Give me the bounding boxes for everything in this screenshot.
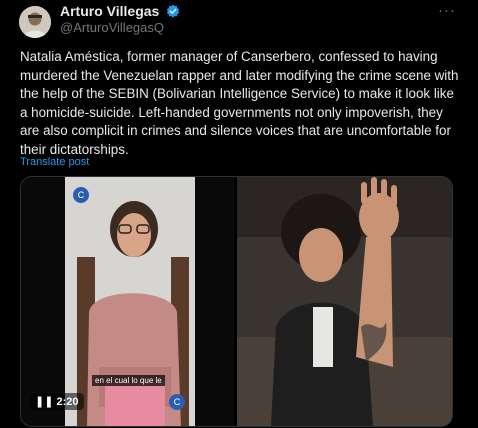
- post: Arturo Villegas @ArturoVillegasQ ··· Nat…: [0, 0, 478, 428]
- media-canvas: C C: [21, 177, 452, 426]
- broadcaster-logo-icon: C: [73, 187, 89, 203]
- translate-link[interactable]: Translate post: [20, 156, 89, 168]
- pause-icon[interactable]: ❚❚: [35, 396, 53, 408]
- author-name-text[interactable]: Arturo Villegas: [60, 3, 159, 19]
- svg-text:C: C: [78, 190, 85, 200]
- right-photo[interactable]: [237, 177, 452, 426]
- post-text: Natalia Améstica, former manager of Cans…: [20, 49, 459, 157]
- video-time: 2:20: [56, 396, 79, 408]
- profile-photo-icon: [19, 6, 51, 38]
- avatar[interactable]: [19, 6, 51, 38]
- author-name[interactable]: Arturo Villegas: [60, 3, 180, 19]
- left-video[interactable]: C C: [21, 177, 234, 426]
- video-subtitle: en el cual lo que le: [92, 375, 165, 386]
- svg-text:C: C: [174, 397, 181, 407]
- broadcaster-logo-icon: C: [169, 394, 185, 410]
- author-handle[interactable]: @ArturoVillegasQ: [60, 20, 164, 35]
- video-time-badge[interactable]: ❚❚ 2:20: [30, 393, 84, 410]
- more-options-icon[interactable]: ···: [438, 2, 456, 19]
- media-grid[interactable]: C C: [20, 176, 453, 427]
- verified-badge-icon: [167, 4, 180, 18]
